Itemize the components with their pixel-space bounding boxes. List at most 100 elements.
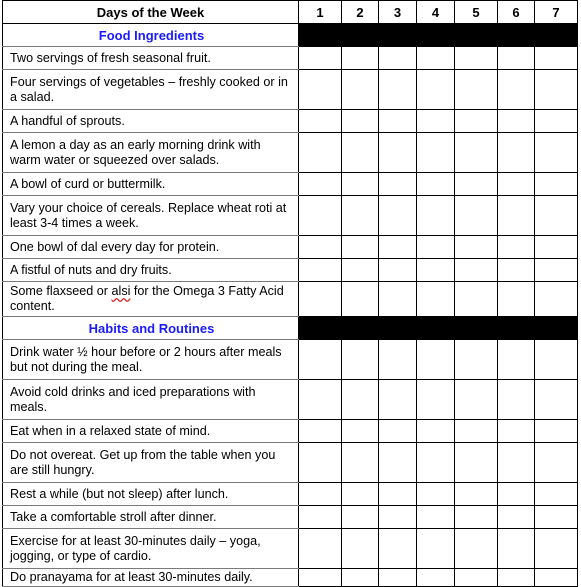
day-checkbox-cell-5[interactable] [454,281,498,317]
day-checkbox-cell-3[interactable] [378,235,417,259]
day-checkbox-cell-7[interactable] [534,505,578,529]
day-checkbox-cell-1[interactable] [298,419,342,443]
day-checkbox-cell-4[interactable] [416,69,455,110]
day-checkbox-cell-1[interactable] [298,281,342,317]
day-checkbox-cell-5[interactable] [454,505,498,529]
day-checkbox-cell-3[interactable] [378,195,417,236]
day-checkbox-cell-2[interactable] [341,482,379,506]
day-checkbox-cell-4[interactable] [416,195,455,236]
day-checkbox-cell-3[interactable] [378,419,417,443]
day-checkbox-cell-2[interactable] [341,195,379,236]
day-checkbox-cell-5[interactable] [454,528,498,569]
day-checkbox-cell-7[interactable] [534,235,578,259]
day-checkbox-cell-7[interactable] [534,482,578,506]
day-checkbox-cell-6[interactable] [497,46,535,70]
day-checkbox-cell-4[interactable] [416,528,455,569]
day-checkbox-cell-5[interactable] [454,482,498,506]
day-checkbox-cell-4[interactable] [416,482,455,506]
day-checkbox-cell-6[interactable] [497,482,535,506]
day-checkbox-cell-2[interactable] [341,132,379,173]
day-checkbox-cell-3[interactable] [378,109,417,133]
day-checkbox-cell-5[interactable] [454,419,498,443]
day-checkbox-cell-5[interactable] [454,195,498,236]
day-checkbox-cell-4[interactable] [416,109,455,133]
day-checkbox-cell-7[interactable] [534,442,578,483]
day-checkbox-cell-1[interactable] [298,132,342,173]
day-checkbox-cell-7[interactable] [534,195,578,236]
day-checkbox-cell-4[interactable] [416,235,455,259]
day-checkbox-cell-2[interactable] [341,568,379,587]
day-checkbox-cell-3[interactable] [378,568,417,587]
day-checkbox-cell-4[interactable] [416,132,455,173]
day-checkbox-cell-3[interactable] [378,281,417,317]
day-checkbox-cell-4[interactable] [416,258,455,282]
day-checkbox-cell-5[interactable] [454,442,498,483]
day-checkbox-cell-1[interactable] [298,379,342,420]
day-checkbox-cell-5[interactable] [454,69,498,110]
day-checkbox-cell-4[interactable] [416,568,455,587]
day-checkbox-cell-7[interactable] [534,132,578,173]
day-checkbox-cell-5[interactable] [454,258,498,282]
day-checkbox-cell-3[interactable] [378,339,417,380]
day-checkbox-cell-7[interactable] [534,379,578,420]
day-checkbox-cell-6[interactable] [497,379,535,420]
day-checkbox-cell-6[interactable] [497,172,535,196]
day-checkbox-cell-7[interactable] [534,46,578,70]
day-checkbox-cell-5[interactable] [454,568,498,587]
day-checkbox-cell-3[interactable] [378,132,417,173]
day-checkbox-cell-2[interactable] [341,109,379,133]
day-checkbox-cell-6[interactable] [497,69,535,110]
day-checkbox-cell-4[interactable] [416,419,455,443]
day-checkbox-cell-6[interactable] [497,568,535,587]
day-checkbox-cell-6[interactable] [497,109,535,133]
day-checkbox-cell-3[interactable] [378,505,417,529]
day-checkbox-cell-2[interactable] [341,505,379,529]
day-checkbox-cell-7[interactable] [534,281,578,317]
day-checkbox-cell-5[interactable] [454,132,498,173]
day-checkbox-cell-4[interactable] [416,379,455,420]
day-checkbox-cell-1[interactable] [298,109,342,133]
day-checkbox-cell-7[interactable] [534,109,578,133]
day-checkbox-cell-6[interactable] [497,339,535,380]
day-checkbox-cell-5[interactable] [454,339,498,380]
day-checkbox-cell-3[interactable] [378,482,417,506]
day-checkbox-cell-1[interactable] [298,69,342,110]
day-checkbox-cell-6[interactable] [497,505,535,529]
day-checkbox-cell-3[interactable] [378,258,417,282]
day-checkbox-cell-3[interactable] [378,46,417,70]
day-checkbox-cell-5[interactable] [454,235,498,259]
day-checkbox-cell-1[interactable] [298,339,342,380]
day-checkbox-cell-1[interactable] [298,235,342,259]
day-checkbox-cell-4[interactable] [416,172,455,196]
day-checkbox-cell-5[interactable] [454,109,498,133]
day-checkbox-cell-2[interactable] [341,281,379,317]
day-checkbox-cell-3[interactable] [378,172,417,196]
day-checkbox-cell-2[interactable] [341,442,379,483]
day-checkbox-cell-2[interactable] [341,419,379,443]
day-checkbox-cell-2[interactable] [341,69,379,110]
day-checkbox-cell-6[interactable] [497,235,535,259]
day-checkbox-cell-6[interactable] [497,442,535,483]
day-checkbox-cell-1[interactable] [298,258,342,282]
day-checkbox-cell-2[interactable] [341,339,379,380]
day-checkbox-cell-1[interactable] [298,505,342,529]
day-checkbox-cell-1[interactable] [298,482,342,506]
day-checkbox-cell-6[interactable] [497,419,535,443]
day-checkbox-cell-7[interactable] [534,172,578,196]
day-checkbox-cell-4[interactable] [416,46,455,70]
day-checkbox-cell-1[interactable] [298,172,342,196]
day-checkbox-cell-4[interactable] [416,442,455,483]
day-checkbox-cell-7[interactable] [534,568,578,587]
day-checkbox-cell-1[interactable] [298,568,342,587]
day-checkbox-cell-5[interactable] [454,172,498,196]
day-checkbox-cell-7[interactable] [534,339,578,380]
day-checkbox-cell-6[interactable] [497,195,535,236]
day-checkbox-cell-6[interactable] [497,528,535,569]
day-checkbox-cell-3[interactable] [378,69,417,110]
day-checkbox-cell-2[interactable] [341,379,379,420]
day-checkbox-cell-1[interactable] [298,528,342,569]
day-checkbox-cell-3[interactable] [378,442,417,483]
day-checkbox-cell-2[interactable] [341,46,379,70]
day-checkbox-cell-2[interactable] [341,528,379,569]
day-checkbox-cell-7[interactable] [534,528,578,569]
